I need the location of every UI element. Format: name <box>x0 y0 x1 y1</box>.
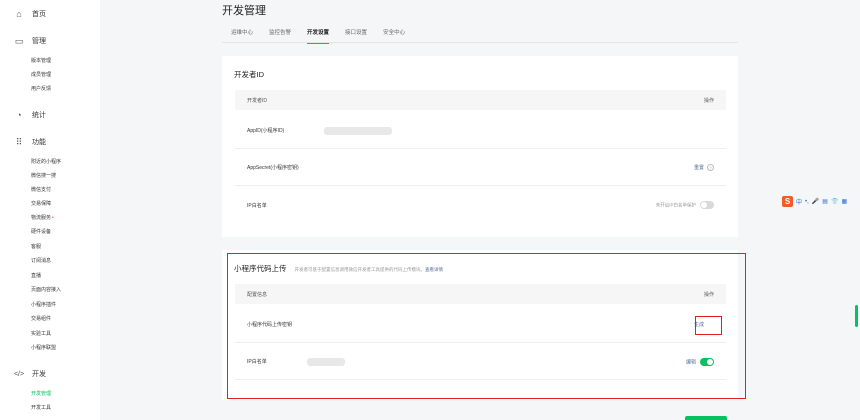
ip-whitelist-label: IP白名单 <box>247 202 267 209</box>
sidebar-stats-label: 统计 <box>32 112 46 119</box>
sidebar-item-search[interactable]: 微信搜一搜 <box>31 172 56 179</box>
sidebar-item-lab[interactable]: 实验工具 <box>31 330 51 337</box>
highlight-annotation <box>227 253 746 399</box>
developer-id-card: 开发者ID 开发者ID 操作 AppID(小程序ID) AppSecret(小程… <box>222 56 738 237</box>
sidebar-manage-header[interactable]: ▭ 管理 <box>14 36 46 46</box>
sidebar-item-logistics-label: 物流服务 <box>31 215 52 221</box>
ip-whitelist-row: IP白名单 未开启IP白名单保护 <box>235 187 726 223</box>
pie-chart-icon: ◔ <box>16 109 22 120</box>
sidebar-item-members[interactable]: 成员管理 <box>31 71 51 78</box>
sidebar-item-subscribe[interactable]: 订阅消息 <box>31 257 51 264</box>
home-icon: ⌂ <box>16 8 22 19</box>
sogou-logo-icon: S <box>782 196 793 207</box>
ime-toolbar[interactable]: S 中 •, 🎤 ▤ 👕 ▦ <box>782 196 847 207</box>
sidebar-item-live[interactable]: 直播 <box>31 272 41 279</box>
keyboard-icon[interactable]: ▤ <box>822 198 828 205</box>
sidebar-stats-header[interactable]: ◔ 统计 <box>14 110 46 120</box>
sidebar-manage-label: 管理 <box>32 38 46 45</box>
sidebar-features-header[interactable]: ⠿ 功能 <box>14 137 46 147</box>
appsecret-label: AppSecret(小程序密钥) <box>247 165 299 171</box>
sidebar-item-feedback[interactable]: 用户反馈 <box>31 85 51 92</box>
appid-row: AppID(小程序ID) <box>235 113 726 149</box>
sidebar-item-hardware[interactable]: 硬件设备 <box>31 228 51 235</box>
ip-protection-status: 未开启IP白名单保护 <box>655 202 696 208</box>
sidebar-item-dev-tools[interactable]: 开发工具 <box>31 404 51 411</box>
sidebar-item-logistics[interactable]: 物流服务• <box>31 214 54 221</box>
monitor-icon: ▭ <box>14 35 24 46</box>
sidebar-home-label: 首页 <box>32 11 46 18</box>
microphone-icon[interactable]: 🎤 <box>812 198 819 205</box>
generate-annotation <box>695 316 722 335</box>
sidebar-dev-header[interactable]: </> 开发 <box>14 369 46 379</box>
sidebar-home[interactable]: ⌂ 首页 <box>14 9 46 19</box>
sidebar-features-label: 功能 <box>32 139 46 146</box>
developer-id-title: 开发者ID <box>234 70 264 79</box>
ime-chinese-mode[interactable]: 中 <box>796 197 802 206</box>
grid-icon: ⠿ <box>15 136 23 147</box>
sidebar-item-page-content[interactable]: 页面内容接入 <box>31 286 61 293</box>
ime-punctuation[interactable]: •, <box>805 199 809 205</box>
developer-head-left: 开发者ID <box>247 97 268 104</box>
ip-protection-toggle[interactable] <box>700 201 714 209</box>
appid-value-redacted <box>324 126 393 135</box>
bottom-green-button[interactable] <box>685 416 727 420</box>
appid-label: AppID(小程序ID) <box>247 128 285 134</box>
sidebar-dev-label: 开发 <box>32 371 46 378</box>
sidebar-item-dev-manage[interactable]: 开发管理 <box>31 390 51 397</box>
sidebar-item-alliance[interactable]: 小程序联盟 <box>31 344 56 351</box>
sidebar-item-nearby[interactable]: 附近的小程序 <box>31 158 61 165</box>
sidebar-item-guarantee[interactable]: 交易保障 <box>31 200 51 207</box>
tabs-divider <box>222 42 738 43</box>
developer-table-head: 开发者ID 操作 <box>235 90 726 110</box>
new-badge-dot: • <box>52 215 54 221</box>
reset-secret-link[interactable]: 重置 <box>694 165 704 171</box>
sidebar-item-version[interactable]: 版本管理 <box>31 57 51 64</box>
page-title: 开发管理 <box>222 5 266 17</box>
scrollbar-thumb[interactable] <box>855 305 858 327</box>
sidebar-item-plugins[interactable]: 小程序插件 <box>31 301 56 308</box>
sidebar: ⌂ 首页 ▭ 管理 版本管理 成员管理 用户反馈 ◔ 统计 ⠿ 功能 附近的小程… <box>0 0 100 420</box>
sidebar-item-trade-components[interactable]: 交易组件 <box>31 315 51 322</box>
sidebar-item-pay[interactable]: 微信支付 <box>31 186 51 193</box>
toolbox-icon[interactable]: ▦ <box>841 198 847 205</box>
developer-head-right: 操作 <box>703 97 714 104</box>
skin-icon[interactable]: 👕 <box>831 198 838 205</box>
appsecret-row: AppSecret(小程序密钥) 重置? <box>235 150 726 186</box>
code-icon: </> <box>13 370 25 378</box>
sidebar-item-service[interactable]: 客服 <box>31 243 41 250</box>
help-icon[interactable]: ? <box>707 164 714 171</box>
